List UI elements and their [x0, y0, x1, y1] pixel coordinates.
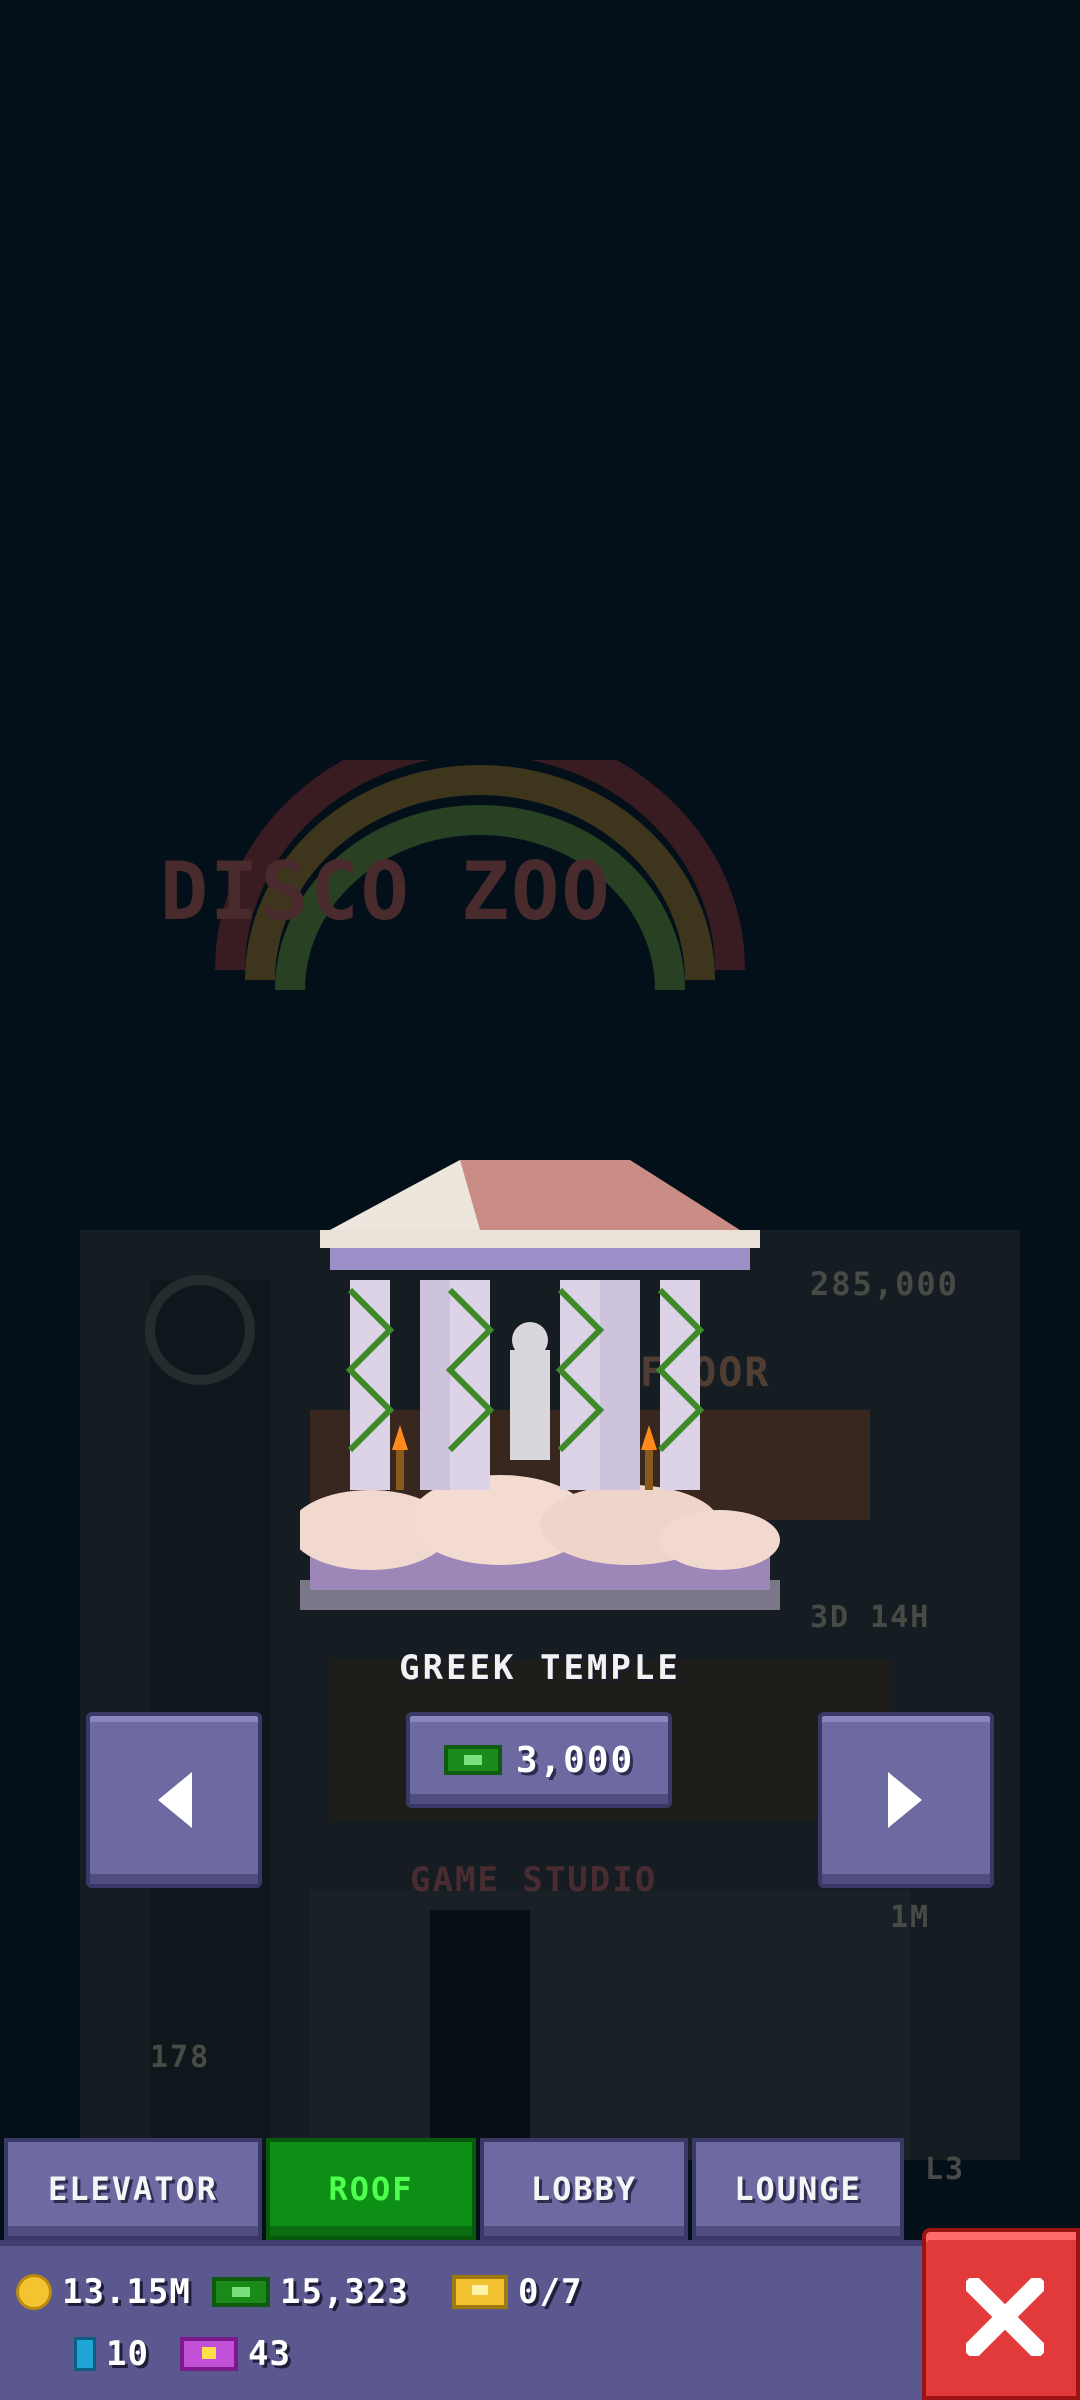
- tickets-stat: 0/7: [452, 2272, 582, 2312]
- ticket-icon: [452, 2275, 508, 2309]
- bux-stat: 15,323: [212, 2272, 409, 2312]
- close-icon: [966, 2278, 1044, 2356]
- category-tabs: ELEVATOR ROOF LOBBY LOUNGE: [0, 2138, 910, 2240]
- tickets-value: 0/7: [518, 2272, 583, 2312]
- logo-text: DISCO ZOO: [160, 845, 612, 938]
- side-label-1: L3: [925, 2152, 966, 2187]
- tab-lobby[interactable]: LOBBY: [480, 2138, 688, 2240]
- bux-icon: [212, 2277, 270, 2307]
- roof-price: 285,000: [810, 1265, 959, 1303]
- vip-value: 43: [248, 2334, 291, 2374]
- temple-icon: [290, 1160, 780, 1610]
- coin-icon: [16, 2274, 52, 2310]
- floor-value: 1M: [890, 1900, 931, 1935]
- arrow-right-icon: [888, 1772, 922, 1828]
- bux-icon: [443, 1745, 502, 1775]
- vip-icon: [180, 2337, 238, 2371]
- elevator-icon: [74, 2337, 96, 2371]
- next-item-button[interactable]: [818, 1712, 994, 1888]
- item-name: GREEK TEMPLE: [399, 1648, 681, 1688]
- floor-number: 178: [150, 2040, 211, 2075]
- previous-item-button[interactable]: [86, 1712, 262, 1888]
- floor-name: GAME STUDIO: [410, 1860, 658, 1900]
- status-bar: 13.15M 15,323 0/7 10 43: [0, 2240, 1080, 2400]
- tab-roof[interactable]: ROOF: [266, 2138, 476, 2240]
- tab-lounge[interactable]: LOUNGE: [692, 2138, 904, 2240]
- close-button[interactable]: [922, 2228, 1080, 2400]
- arrow-left-icon: [158, 1772, 192, 1828]
- vip-stat: 43: [180, 2334, 291, 2374]
- tab-elevator[interactable]: ELEVATOR: [4, 2138, 262, 2240]
- timer-label: 3D 14H: [810, 1600, 931, 1635]
- greek-temple-preview: [290, 1150, 780, 1630]
- buy-button[interactable]: 3,000: [406, 1712, 672, 1808]
- elevator-stat: 10: [74, 2334, 149, 2374]
- bux-value: 15,323: [280, 2272, 409, 2312]
- coins-stat: 13.15M: [16, 2272, 191, 2312]
- elevator-value: 10: [106, 2334, 149, 2374]
- coins-value: 13.15M: [62, 2272, 191, 2312]
- item-price: 3,000: [515, 1739, 635, 1781]
